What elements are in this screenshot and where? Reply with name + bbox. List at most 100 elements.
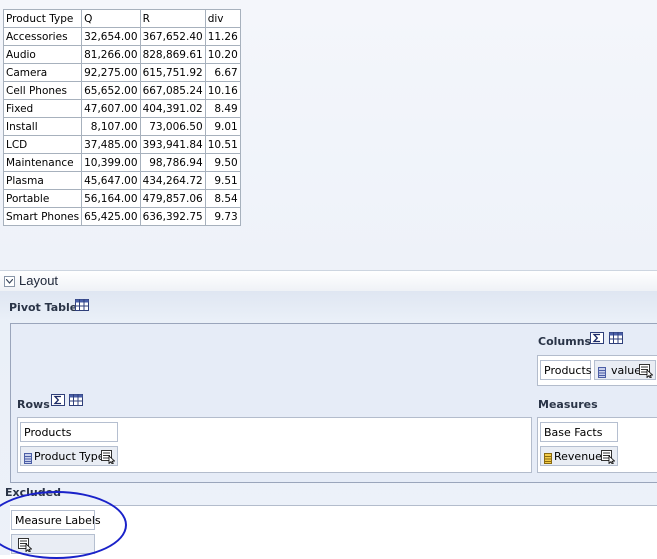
cell-r: 615,751.92 (139, 63, 206, 82)
cell-r: 367,652.40 (139, 27, 206, 46)
cell-div: 10.16 (204, 81, 241, 100)
table-row: Install 8,107.00 73,006.50 9.01 (2, 117, 241, 136)
rows-chip-products[interactable]: Products (20, 422, 118, 442)
cell-product-type: Camera (2, 63, 83, 82)
chip-label: Products (24, 426, 72, 439)
cell-div: 6.67 (204, 63, 241, 82)
cell-q: 45,647.00 (81, 171, 141, 190)
cell-product-type: Maintenance (2, 153, 83, 172)
cell-r: 393,941.84 (139, 135, 206, 154)
cell-div: 9.50 (204, 153, 241, 172)
table-row: LCD 37,485.00 393,941.84 10.51 (2, 135, 241, 154)
cell-div: 9.01 (204, 117, 241, 136)
cell-q: 56,164.00 (81, 189, 141, 208)
cell-q: 81,266.00 (81, 45, 141, 64)
table-row: Fixed 47,607.00 404,391.02 8.49 (2, 99, 241, 118)
cell-q: 92,275.00 (81, 63, 141, 82)
rows-chip-product-type[interactable]: Product Type (20, 446, 118, 466)
cell-q: 32,654.00 (81, 27, 141, 46)
cell-product-type: Portable (2, 189, 83, 208)
cell-q: 65,652.00 (81, 81, 141, 100)
properties-icon[interactable] (18, 538, 33, 559)
chip-label: value (611, 364, 642, 377)
cell-r: 404,391.02 (139, 99, 206, 118)
rows-drop-zone[interactable]: Products Product Type (17, 417, 532, 473)
column-header[interactable]: R (139, 9, 206, 28)
rows-label: Rows (17, 398, 50, 411)
excluded-drop-zone[interactable]: Measure Labels (10, 505, 657, 556)
table-row: Portable 56,164.00 479,857.06 8.54 (2, 189, 241, 208)
measures-drop-zone[interactable]: Base Facts Revenue (537, 417, 657, 473)
cell-product-type: Plasma (2, 171, 83, 190)
measures-chip-revenue[interactable]: Revenue (540, 446, 618, 466)
results-area: Product Type Q R div Accessories 32,654.0… (0, 0, 657, 270)
cell-q: 65,425.00 (81, 207, 141, 226)
cell-product-type: Smart Phones (2, 207, 83, 226)
cell-q: 37,485.00 (81, 135, 141, 154)
columns-label: Columns (538, 335, 592, 348)
cell-product-type: Install (2, 117, 83, 136)
layout-title: Layout (19, 273, 59, 288)
cell-r: 434,264.72 (139, 171, 206, 190)
column-header[interactable]: div (204, 9, 241, 28)
cell-div: 8.49 (204, 99, 241, 118)
columns-chip-value[interactable]: value (594, 360, 656, 380)
cell-r: 667,085.24 (139, 81, 206, 100)
sigma-icon[interactable] (590, 332, 604, 344)
layout-panel: Pivot Table Columns Products value Rows … (0, 291, 657, 559)
table-row: Cell Phones 65,652.00 667,085.24 10.16 (2, 81, 241, 100)
column-header[interactable]: Product Type (2, 9, 83, 28)
table-row: Accessories 32,654.00 367,652.40 11.26 (2, 27, 241, 46)
excluded-label: Excluded (5, 486, 61, 499)
table-header-row: Product Type Q R div (2, 9, 241, 28)
pivot-grid-icon[interactable] (75, 299, 89, 311)
excluded-chip-properties[interactable] (11, 534, 95, 554)
cell-div: 9.51 (204, 171, 241, 190)
cell-div: 10.51 (204, 135, 241, 154)
cell-div: 11.26 (204, 27, 241, 46)
cell-product-type: Audio (2, 45, 83, 64)
chip-label: Base Facts (544, 426, 603, 439)
table-row: Smart Phones 65,425.00 636,392.75 9.73 (2, 207, 241, 226)
table-row: Plasma 45,647.00 434,264.72 9.51 (2, 171, 241, 190)
columns-chip-products[interactable]: Products (540, 360, 592, 380)
collapse-icon[interactable] (4, 276, 15, 287)
pivot-grid-icon[interactable] (609, 332, 623, 344)
excluded-chip-measure-labels[interactable]: Measure Labels (11, 510, 101, 530)
column-item-icon (24, 451, 32, 471)
chip-label: Measure Labels (15, 514, 101, 527)
cell-r: 828,869.61 (139, 45, 206, 64)
column-item-icon (598, 365, 606, 385)
chip-label: Products (544, 364, 592, 377)
chip-label: Revenue (554, 450, 602, 463)
cell-product-type: LCD (2, 135, 83, 154)
sigma-icon[interactable] (51, 394, 65, 406)
pivot-table-label: Pivot Table (9, 301, 78, 314)
column-header[interactable]: Q (81, 9, 141, 28)
table-row: Maintenance 10,399.00 98,786.94 9.50 (2, 153, 241, 172)
measures-chip-base-facts[interactable]: Base Facts (540, 422, 618, 442)
cell-product-type: Fixed (2, 99, 83, 118)
cell-r: 479,857.06 (139, 189, 206, 208)
pivot-grid-icon[interactable] (69, 394, 83, 406)
chip-label: Product Type (34, 450, 105, 463)
cell-div: 9.73 (204, 207, 241, 226)
cell-q: 47,607.00 (81, 99, 141, 118)
cell-product-type: Cell Phones (2, 81, 83, 100)
properties-icon[interactable] (639, 364, 654, 385)
table-row: Audio 81,266.00 828,869.61 10.20 (2, 45, 241, 64)
results-table: Product Type Q R div Accessories 32,654.0… (2, 9, 241, 226)
measure-item-icon (544, 451, 552, 471)
cell-r: 636,392.75 (139, 207, 206, 226)
properties-icon[interactable] (601, 450, 616, 471)
cell-r: 73,006.50 (139, 117, 206, 136)
cell-div: 10.20 (204, 45, 241, 64)
measures-label: Measures (538, 398, 598, 411)
layout-section-header[interactable]: Layout (0, 270, 657, 292)
cell-div: 8.54 (204, 189, 241, 208)
cell-q: 8,107.00 (81, 117, 141, 136)
cell-r: 98,786.94 (139, 153, 206, 172)
table-row: Camera 92,275.00 615,751.92 6.67 (2, 63, 241, 82)
columns-drop-zone[interactable]: Products value (537, 355, 657, 386)
properties-icon[interactable] (101, 450, 116, 471)
